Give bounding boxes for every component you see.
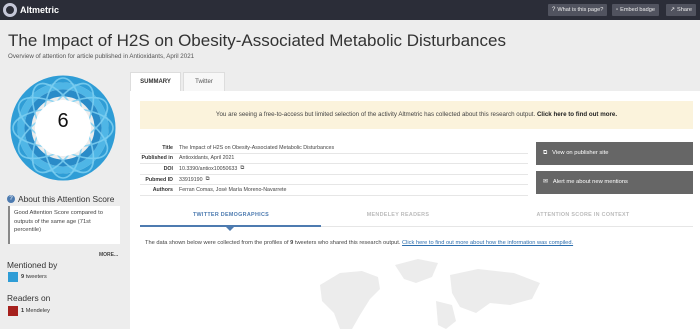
readers-on-heading: Readers on — [7, 293, 51, 303]
demo-text-before: The data shown below were collected from… — [145, 240, 291, 246]
external-link-icon[interactable]: ⧉ — [240, 165, 244, 172]
tweeters-label: tweeters — [25, 274, 47, 280]
more-link[interactable]: MORE... — [99, 252, 118, 258]
share-label: Share — [677, 7, 692, 13]
tweeters-count: 9 — [21, 274, 25, 280]
embed-badge-label: Embed badge — [620, 7, 655, 13]
alert-me-button[interactable]: ✉ Alert me about new mentions — [536, 171, 693, 194]
envelope-icon: ✉ — [543, 179, 548, 185]
page-subtitle: Overview of attention for article publis… — [8, 53, 195, 60]
question-circle-icon[interactable]: ? — [7, 195, 15, 203]
meta-row-doi: DOI 10.3390/antiox10050633 ⧉ — [140, 164, 528, 175]
code-icon: ▫ — [616, 7, 619, 13]
mendeley-swatch — [8, 306, 18, 316]
share-button[interactable]: ↗ Share — [666, 4, 696, 16]
mendeley-count: 1 — [21, 308, 25, 314]
doi-link[interactable]: 10.3390/antiox10050633 — [177, 166, 237, 172]
meta-key: Title — [162, 144, 173, 151]
embed-badge-button[interactable]: ▫ Embed badge — [612, 4, 659, 16]
mentioned-by-heading: Mentioned by — [7, 260, 58, 270]
meta-key: Pubmed ID — [145, 176, 173, 183]
meta-row-title: Title The Impact of H2S on Obesity-Assoc… — [140, 143, 528, 154]
subtab-twitter-demographics[interactable]: TWITTER DEMOGRAPHICS — [156, 212, 306, 218]
meta-key: Published in — [141, 155, 174, 162]
view-publisher-label: View on publisher site — [552, 150, 609, 156]
brand-name: Altmetric — [20, 5, 60, 15]
question-icon: ? — [552, 7, 556, 13]
mention-item-twitter[interactable]: 9 tweeters — [8, 272, 47, 282]
what-is-this-page-button[interactable]: ? What is this page? — [548, 4, 608, 16]
alert-me-label: Alert me about new mentions — [552, 179, 628, 185]
share-icon: ↗ — [670, 7, 676, 13]
subtab-attention-score-context[interactable]: ATTENTION SCORE IN CONTEXT — [508, 212, 658, 218]
tab-twitter[interactable]: Twitter — [183, 72, 225, 91]
demographics-description: The data shown below were collected from… — [145, 240, 573, 246]
free-access-notice: You are seeing a free-to-access but limi… — [140, 101, 693, 129]
attention-score-value: 6 — [57, 110, 69, 132]
pubmed-link[interactable]: 33919190 — [177, 177, 203, 183]
notice-link[interactable]: Click here to find out more. — [537, 111, 617, 118]
meta-value: The Impact of H2S on Obesity-Associated … — [179, 144, 335, 151]
meta-value: Antioxidants, April 2021 — [179, 155, 235, 162]
about-score-heading-text: About this Attention Score — [18, 194, 115, 204]
tab-summary[interactable]: SUMMARY — [130, 72, 181, 91]
subtab-mendeley-readers[interactable]: MENDELEY READERS — [323, 212, 473, 218]
subtab-caret-icon — [226, 227, 234, 231]
about-score-text: Good Attention Score compared to outputs… — [8, 206, 120, 244]
twitter-swatch — [8, 272, 18, 282]
what-is-this-page-label: What is this page? — [557, 7, 604, 13]
article-metadata: Title The Impact of H2S on Obesity-Assoc… — [140, 143, 528, 196]
about-score-heading: ? About this Attention Score — [7, 194, 114, 204]
demo-text-after: tweeters who shared this research output… — [293, 240, 403, 246]
external-link-icon: ⧉ — [543, 150, 548, 156]
meta-key: Authors — [152, 187, 173, 194]
reader-item-mendeley[interactable]: 1 Mendeley — [8, 306, 50, 316]
external-link-icon[interactable]: ⧉ — [206, 176, 210, 183]
meta-row-pubmed: Pubmed ID 33919190 ⧉ — [140, 175, 528, 186]
page-title: The Impact of H2S on Obesity-Associated … — [8, 31, 506, 50]
top-bar: Altmetric ? What is this page? ▫ Embed bad… — [0, 0, 700, 20]
world-map — [320, 259, 540, 329]
meta-row-published: Published in Antioxidants, April 2021 — [140, 154, 528, 165]
meta-key: DOI — [163, 165, 173, 172]
altmetric-logo-icon — [3, 3, 17, 17]
altmetric-logo[interactable]: Altmetric — [3, 3, 59, 17]
notice-text: You are seeing a free-to-access but limi… — [215, 111, 536, 118]
meta-value: Ferran Comas, José María Moreno-Navarret… — [179, 187, 287, 194]
meta-row-authors: Authors Ferran Comas, José María Moreno-… — [140, 185, 528, 196]
mendeley-label: Mendeley — [25, 308, 50, 314]
view-publisher-button[interactable]: ⧉ View on publisher site — [536, 142, 693, 165]
demo-find-out-more-link[interactable]: Click here to find out more about how th… — [402, 240, 573, 246]
